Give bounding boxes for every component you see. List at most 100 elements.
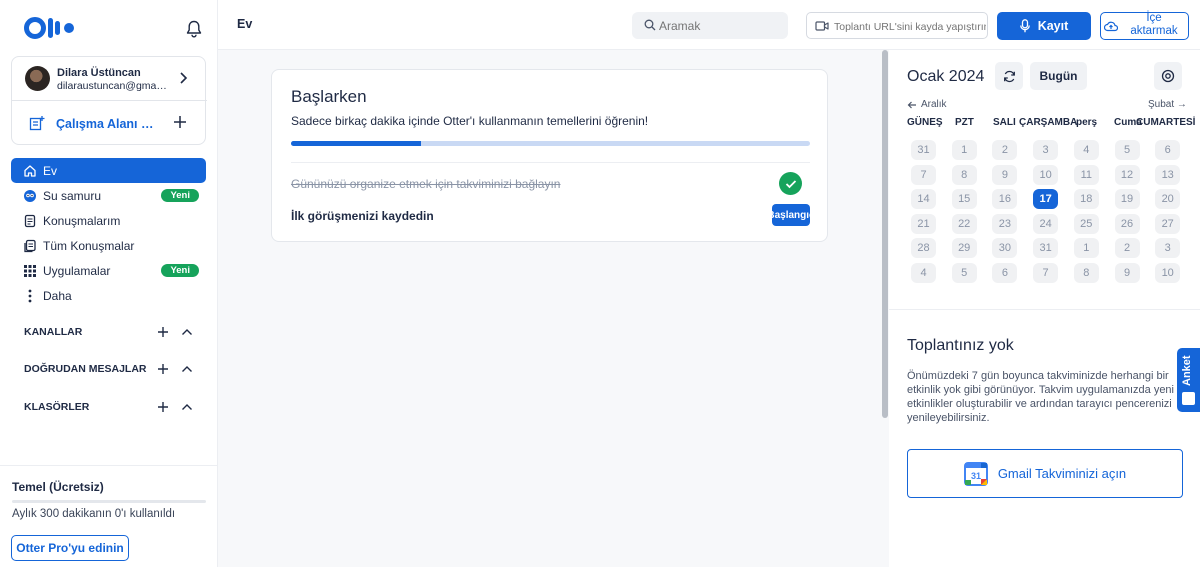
calendar-day[interactable]: 11 <box>1073 164 1099 185</box>
arrow-left-icon <box>907 101 916 108</box>
refresh-icon <box>1003 70 1015 82</box>
calendar-day[interactable]: 12 <box>1114 164 1140 185</box>
section-channels[interactable]: KANALLAR <box>24 323 206 343</box>
sidebar-item-more[interactable]: Daha <box>11 283 206 308</box>
calendar-day[interactable]: 1 <box>951 140 977 160</box>
calendar-day[interactable]: 28 <box>911 238 936 258</box>
calendar-day[interactable]: 4 <box>911 262 936 283</box>
section-direct-messages[interactable]: DOĞRUDAN MESAJLAR <box>24 360 206 380</box>
sidebar-item-home[interactable]: Ev <box>11 158 206 183</box>
calendar-day[interactable]: 6 <box>992 262 1018 283</box>
account-switcher[interactable]: Dilara Üstüncan dilaraustuncan@gmail.com <box>12 57 207 101</box>
section-folders[interactable]: KLASÖRLER <box>24 398 206 418</box>
prev-month-button[interactable]: Aralık <box>907 99 947 110</box>
meeting-url-box[interactable] <box>806 12 988 39</box>
calendar-day[interactable]: 10 <box>1155 262 1181 283</box>
chevron-up-icon[interactable] <box>181 364 193 374</box>
sidebar-item-label: Ev <box>43 163 58 178</box>
calendar-day[interactable]: 29 <box>951 238 977 258</box>
new-badge: Yeni <box>161 189 199 202</box>
top-bar: Ev Kayıt İçe aktarmak <box>218 0 1200 50</box>
create-workspace-button[interactable]: Çalışma Alanı Oluştur <box>12 102 207 145</box>
prev-month-label: Aralık <box>921 99 947 110</box>
sidebar-item-apps[interactable]: Uygulamalar Yeni <box>11 258 206 283</box>
calendar-day[interactable]: 20 <box>1155 189 1181 209</box>
otter-logo[interactable] <box>24 16 74 40</box>
calendar-day[interactable]: 2 <box>1114 238 1140 258</box>
plus-icon[interactable] <box>173 115 187 129</box>
calendar-day[interactable]: 10 <box>1033 164 1059 185</box>
record-label: Kayıt <box>1037 19 1069 33</box>
calendar-day[interactable]: 21 <box>911 213 936 234</box>
calendar-day[interactable]: 7 <box>1033 262 1059 283</box>
calendar-day[interactable]: 4 <box>1073 140 1099 160</box>
calendar-day[interactable]: 7 <box>911 164 936 185</box>
calendar-settings-button[interactable] <box>1154 62 1182 90</box>
calendar-day[interactable]: 23 <box>992 213 1018 234</box>
calendar-day[interactable]: 31 <box>1033 238 1059 258</box>
calendar-day[interactable]: 8 <box>1073 262 1099 283</box>
microphone-icon <box>1019 19 1030 33</box>
arrow-right-icon: → <box>1176 99 1187 110</box>
calendar-day[interactable]: 24 <box>1033 213 1059 234</box>
no-meetings-text: Önümüzdeki 7 gün boyunca takviminizde he… <box>907 370 1174 424</box>
calendar-day[interactable]: 19 <box>1114 189 1140 209</box>
weekday-label: perş <box>1076 117 1098 128</box>
calendar-day[interactable]: 14 <box>911 189 936 209</box>
calendar-day[interactable]: 15 <box>951 189 977 209</box>
section-label: KANALLAR <box>24 326 83 338</box>
calendar-day[interactable]: 26 <box>1114 213 1140 234</box>
sidebar-item-my-conversations[interactable]: Konuşmalarım <box>11 208 206 233</box>
sidebar: Dilara Üstüncan dilaraustuncan@gmail.com… <box>0 0 218 567</box>
start-button[interactable]: Başlangıç <box>772 204 810 226</box>
scrollbar[interactable] <box>882 50 888 418</box>
calendar-day[interactable]: 25 <box>1073 213 1099 234</box>
section-label: KLASÖRLER <box>24 401 90 413</box>
checkmark-icon <box>779 172 802 195</box>
chevron-up-icon[interactable] <box>181 402 193 412</box>
task-connect-calendar[interactable]: Gününüzü organize etmek için takviminizi… <box>291 177 560 191</box>
gear-icon <box>1161 69 1175 83</box>
meeting-url-input[interactable] <box>834 17 986 36</box>
calendar-day[interactable]: 31 <box>911 140 936 160</box>
calendar-day[interactable]: 17 <box>1033 189 1059 209</box>
calendar-day[interactable]: 9 <box>1114 262 1140 283</box>
weekday-label: SALI <box>993 117 1016 128</box>
plus-icon[interactable] <box>157 326 169 338</box>
sidebar-item-all-conversations[interactable]: Tüm Konuşmalar <box>11 233 206 258</box>
calendar-day[interactable]: 27 <box>1155 213 1181 234</box>
open-gmail-calendar-button[interactable]: 31 Gmail Takviminizi açın <box>907 449 1183 498</box>
calendar-day[interactable]: 5 <box>1114 140 1140 160</box>
calendar-day[interactable]: 1 <box>1073 238 1099 258</box>
calendar-day[interactable]: 13 <box>1155 164 1181 185</box>
calendar-day[interactable]: 6 <box>1155 140 1181 160</box>
plan-area: Temel (Ücretsiz) Aylık 300 dakikanın 0'ı… <box>0 465 218 567</box>
chevron-up-icon[interactable] <box>181 327 193 337</box>
get-pro-button[interactable]: Otter Pro'yu edinin <box>11 535 129 561</box>
record-button[interactable]: Kayıt <box>997 12 1091 40</box>
calendar-day[interactable]: 3 <box>1155 238 1181 258</box>
main-content: Başlarken Sadece birkaç dakika içinde Ot… <box>218 50 880 567</box>
calendar-day[interactable]: 2 <box>992 140 1018 160</box>
calendar-day[interactable]: 5 <box>951 262 977 283</box>
today-button[interactable]: Bugün <box>1030 62 1087 90</box>
calendar-day[interactable]: 8 <box>951 164 977 185</box>
search-box[interactable] <box>632 12 788 39</box>
import-button[interactable]: İçe aktarmak <box>1100 12 1189 40</box>
calendar-day[interactable]: 30 <box>992 238 1018 258</box>
sidebar-item-otter[interactable]: Su samuru Yeni <box>11 183 206 208</box>
refresh-button[interactable] <box>995 62 1023 90</box>
bell-icon[interactable] <box>186 20 202 38</box>
calendar-day[interactable]: 16 <box>992 189 1018 209</box>
next-month-button[interactable]: Şubat → <box>1148 99 1187 110</box>
calendar-day[interactable]: 18 <box>1073 189 1099 209</box>
plus-icon[interactable] <box>157 363 169 375</box>
calendar-day[interactable]: 9 <box>992 164 1018 185</box>
calendar-day[interactable]: 22 <box>951 213 977 234</box>
search-input[interactable] <box>659 16 779 35</box>
chevron-right-icon <box>180 72 188 84</box>
survey-tab[interactable]: Anket <box>1177 348 1200 412</box>
calendar-day[interactable]: 3 <box>1033 140 1059 160</box>
google-calendar-icon-number: 31 <box>971 471 981 481</box>
plus-icon[interactable] <box>157 401 169 413</box>
